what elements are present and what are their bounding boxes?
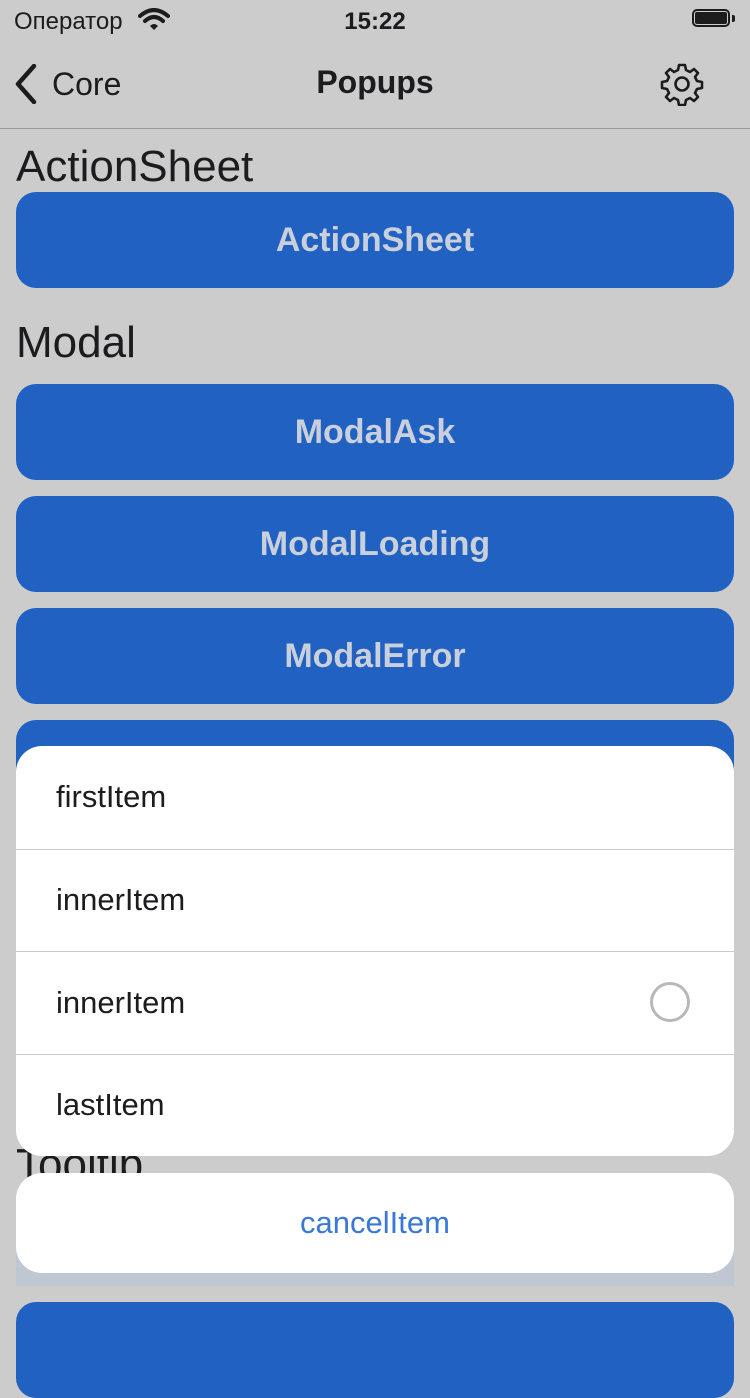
action-item-inner-selectable[interactable]: innerItem xyxy=(16,951,734,1054)
action-item-label: innerItem xyxy=(56,882,186,918)
cancel-button[interactable]: cancelItem xyxy=(16,1173,734,1273)
clock: 15:22 xyxy=(344,8,406,35)
action-item-label: firstItem xyxy=(56,779,167,815)
section-title-modal: Modal xyxy=(16,318,136,367)
action-sheet: firstItem innerItem innerItem lastItem xyxy=(16,746,734,1156)
page-title: Popups xyxy=(316,64,434,100)
actionsheet-button[interactable]: ActionSheet xyxy=(16,192,734,288)
battery-icon xyxy=(692,9,736,29)
action-item-inner[interactable]: innerItem xyxy=(16,848,734,952)
modal-ask-button[interactable]: ModalAsk xyxy=(16,384,734,480)
navigation-bar: Core Popups xyxy=(0,40,750,129)
modal-error-button[interactable]: ModalError xyxy=(16,608,734,704)
modal-loading-button[interactable]: ModalLoading xyxy=(16,496,734,592)
section-title-actionsheet: ActionSheet xyxy=(16,142,254,191)
action-item-first[interactable]: firstItem xyxy=(16,746,734,849)
action-item-label: innerItem xyxy=(56,984,186,1020)
gear-icon[interactable] xyxy=(660,62,704,106)
status-bar: Оператор 15:22 xyxy=(0,0,750,40)
action-item-label: lastItem xyxy=(56,1087,165,1123)
action-item-last[interactable]: lastItem xyxy=(16,1053,734,1157)
radio-icon[interactable] xyxy=(650,982,690,1022)
obscured-bottom-button[interactable] xyxy=(16,1302,734,1398)
